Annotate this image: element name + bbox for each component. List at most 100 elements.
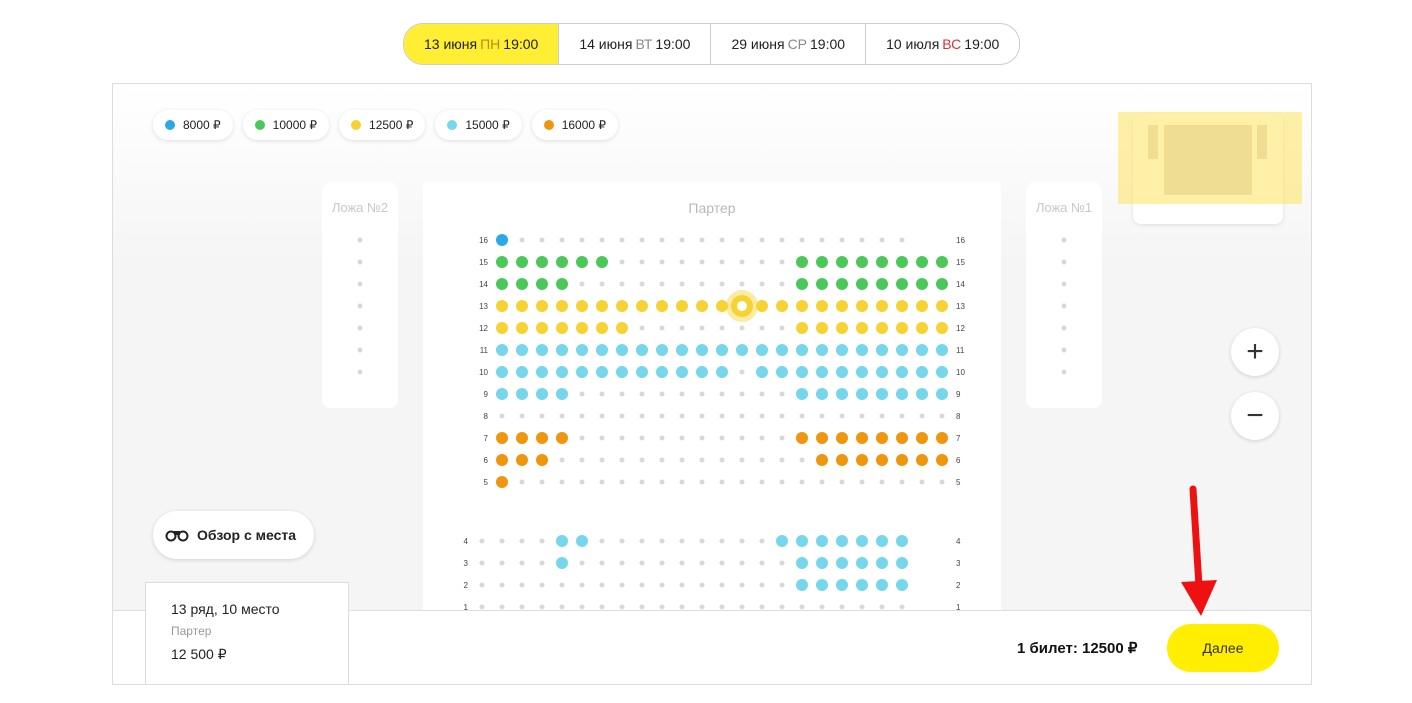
seat-available[interactable] (836, 535, 848, 547)
seat-available[interactable] (516, 366, 528, 378)
seat-available[interactable] (496, 256, 508, 268)
seat-available[interactable] (796, 432, 808, 444)
seat-available[interactable] (836, 557, 848, 569)
seat-available[interactable] (516, 322, 528, 334)
seat-available[interactable] (916, 388, 928, 400)
seat-available[interactable] (556, 278, 568, 290)
seat-available[interactable] (816, 344, 828, 356)
seat-available[interactable] (576, 366, 588, 378)
seat-available[interactable] (616, 300, 628, 312)
seat-available[interactable] (796, 278, 808, 290)
seat-available[interactable] (856, 388, 868, 400)
seat-available[interactable] (836, 344, 848, 356)
seat-available[interactable] (796, 344, 808, 356)
seat-available[interactable] (816, 366, 828, 378)
seat-available[interactable] (636, 344, 648, 356)
seat-available[interactable] (896, 366, 908, 378)
seat-available[interactable] (916, 300, 928, 312)
seat-available[interactable] (876, 256, 888, 268)
seat-available[interactable] (556, 432, 568, 444)
seat-available[interactable] (676, 366, 688, 378)
next-button[interactable]: Далее (1167, 624, 1279, 672)
seat-available[interactable] (816, 535, 828, 547)
seat-available[interactable] (596, 300, 608, 312)
seat-available[interactable] (556, 344, 568, 356)
seat-available[interactable] (856, 344, 868, 356)
seat-available[interactable] (496, 344, 508, 356)
seat-available[interactable] (936, 366, 948, 378)
seat-available[interactable] (816, 300, 828, 312)
seat-available[interactable] (516, 454, 528, 466)
seat-available[interactable] (936, 454, 948, 466)
seat-available[interactable] (656, 366, 668, 378)
seat-available[interactable] (816, 579, 828, 591)
seat-available[interactable] (876, 557, 888, 569)
seat-available[interactable] (536, 388, 548, 400)
seat-available[interactable] (496, 476, 508, 488)
seat-available[interactable] (796, 322, 808, 334)
zoom-in-button[interactable]: + (1231, 328, 1279, 376)
seat-available[interactable] (916, 366, 928, 378)
seat-available[interactable] (916, 278, 928, 290)
seat-available[interactable] (756, 344, 768, 356)
seat-available[interactable] (856, 432, 868, 444)
seat-available[interactable] (756, 366, 768, 378)
seat-available[interactable] (936, 388, 948, 400)
seat-available[interactable] (596, 344, 608, 356)
seat-available[interactable] (816, 557, 828, 569)
seat-available[interactable] (516, 344, 528, 356)
seat-available[interactable] (836, 366, 848, 378)
seat-available[interactable] (776, 300, 788, 312)
minimap-viewport[interactable] (1118, 112, 1302, 204)
seat-available[interactable] (496, 322, 508, 334)
seat-available[interactable] (856, 322, 868, 334)
seat-available[interactable] (656, 344, 668, 356)
seat-available[interactable] (516, 300, 528, 312)
seat-available[interactable] (896, 557, 908, 569)
date-tab-3[interactable]: 29 июня СР 19:00 (710, 24, 865, 64)
seat-available[interactable] (896, 278, 908, 290)
seat-available[interactable] (496, 366, 508, 378)
seat-available[interactable] (896, 579, 908, 591)
seat-available[interactable] (556, 535, 568, 547)
seat-available[interactable] (816, 388, 828, 400)
seat-available[interactable] (896, 388, 908, 400)
seat-available[interactable] (876, 535, 888, 547)
seat-available[interactable] (836, 432, 848, 444)
seat-available[interactable] (816, 322, 828, 334)
seat-available[interactable] (896, 454, 908, 466)
seat-available[interactable] (856, 454, 868, 466)
seat-available[interactable] (856, 256, 868, 268)
seat-available[interactable] (576, 256, 588, 268)
seat-available[interactable] (536, 366, 548, 378)
seat-available[interactable] (516, 388, 528, 400)
seat-available[interactable] (916, 256, 928, 268)
seat-available[interactable] (796, 557, 808, 569)
seat-available[interactable] (616, 366, 628, 378)
seat-available[interactable] (856, 557, 868, 569)
seat-available[interactable] (936, 344, 948, 356)
seat-available[interactable] (916, 322, 928, 334)
seat-available[interactable] (536, 322, 548, 334)
seat-available[interactable] (816, 432, 828, 444)
seat-available[interactable] (536, 454, 548, 466)
seat-available[interactable] (876, 344, 888, 356)
date-tab-1[interactable]: 13 июня ПН 19:00 (404, 24, 559, 64)
date-tab-4[interactable]: 10 июля ВС 19:00 (865, 24, 1019, 64)
seat-available[interactable] (496, 300, 508, 312)
seat-available[interactable] (876, 454, 888, 466)
seat-available[interactable] (676, 344, 688, 356)
seat-available[interactable] (936, 322, 948, 334)
seat-available[interactable] (836, 300, 848, 312)
seat-available[interactable] (856, 366, 868, 378)
seat-available[interactable] (696, 300, 708, 312)
seat-available[interactable] (936, 300, 948, 312)
seat-available[interactable] (796, 300, 808, 312)
seat-available[interactable] (936, 278, 948, 290)
seat-available[interactable] (516, 432, 528, 444)
seat-available[interactable] (876, 366, 888, 378)
seat-available[interactable] (916, 432, 928, 444)
seat-available[interactable] (836, 278, 848, 290)
seat-available[interactable] (696, 366, 708, 378)
seat-available[interactable] (896, 432, 908, 444)
